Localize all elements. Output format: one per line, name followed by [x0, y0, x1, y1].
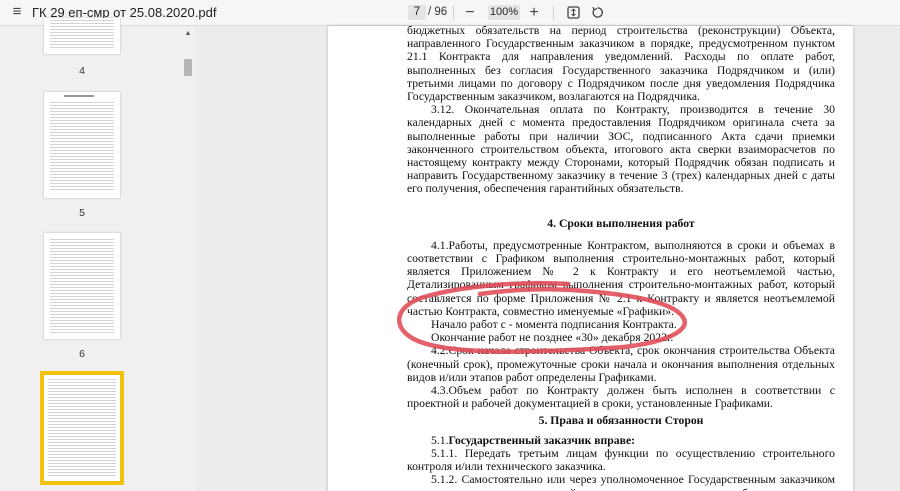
- fit-page-icon[interactable]: [566, 3, 580, 22]
- paragraph-4-1: 4.1.Работы, предусмотренные Контрактом, …: [407, 238, 835, 318]
- zoom-level-input[interactable]: 100%: [488, 5, 520, 20]
- page-total-label: / 96: [428, 6, 448, 18]
- work-end-line: Окончание работ не позднее «30» декабря …: [431, 331, 674, 345]
- paragraph-5-1-heading: Государственный заказчик вправе:: [448, 433, 636, 447]
- toolbar-divider: [453, 6, 454, 20]
- document-page: бюджетных обязательств на период строите…: [328, 26, 853, 491]
- page-thumbnail-7-current[interactable]: [40, 371, 124, 485]
- toolbar-divider: [553, 6, 554, 20]
- scrollbar-thumb[interactable]: [184, 59, 192, 76]
- page-thumbnail-6[interactable]: [44, 233, 120, 339]
- work-start-line: Начало работ с - момента подписания Конт…: [431, 318, 677, 332]
- page-thumbnail-4[interactable]: [44, 18, 120, 54]
- section-heading-4: 4. Сроки выполнения работ: [547, 216, 695, 230]
- paragraph-5-1-number: 5.1.: [431, 433, 449, 447]
- rotate-icon[interactable]: [590, 3, 604, 22]
- paragraph-4-2: 4.2.Срок начала строительства Объекта, с…: [407, 344, 835, 384]
- hamburger-menu-icon[interactable]: ≡: [9, 3, 25, 21]
- page-thumbnail-label: 6: [79, 348, 85, 360]
- paragraph-5-1-2: 5.1.2. Самостоятельно или через уполномо…: [407, 473, 835, 491]
- section-heading-5: 5. Права и обязанности Сторон: [538, 414, 704, 428]
- sidebar-scrollbar[interactable]: ▲: [181, 26, 195, 491]
- page-thumbnail-5[interactable]: [44, 92, 120, 198]
- paragraph-5-1: 5.1.Государственный заказчик вправе:: [407, 434, 835, 447]
- document-text: бюджетных обязательств на период строите…: [407, 26, 835, 491]
- thumbnail-sidebar: 4 5 6: [0, 18, 195, 491]
- plus-icon[interactable]: +: [527, 3, 541, 22]
- paragraph-5-1-1: 5.1.1. Передать третьим лицам функции по…: [407, 446, 835, 474]
- paragraph-3-12: 3.12. Окончательная оплата по Контракту,…: [407, 103, 835, 196]
- paragraph: бюджетных обязательств на период строите…: [407, 26, 835, 104]
- paragraph-4-3: 4.3.Объем работ по Контракту должен быть…: [407, 384, 835, 411]
- scroll-up-arrow-icon[interactable]: ▲: [181, 30, 195, 37]
- page-number-input[interactable]: 7: [408, 5, 426, 20]
- minus-icon[interactable]: −: [463, 3, 477, 22]
- page-thumbnail-label: 5: [79, 207, 85, 219]
- toolbar: ≡ ГК 29 еп-смр от 25.08.2020.pdf 7 / 96 …: [0, 0, 900, 26]
- page-thumbnail-label: 4: [79, 65, 85, 77]
